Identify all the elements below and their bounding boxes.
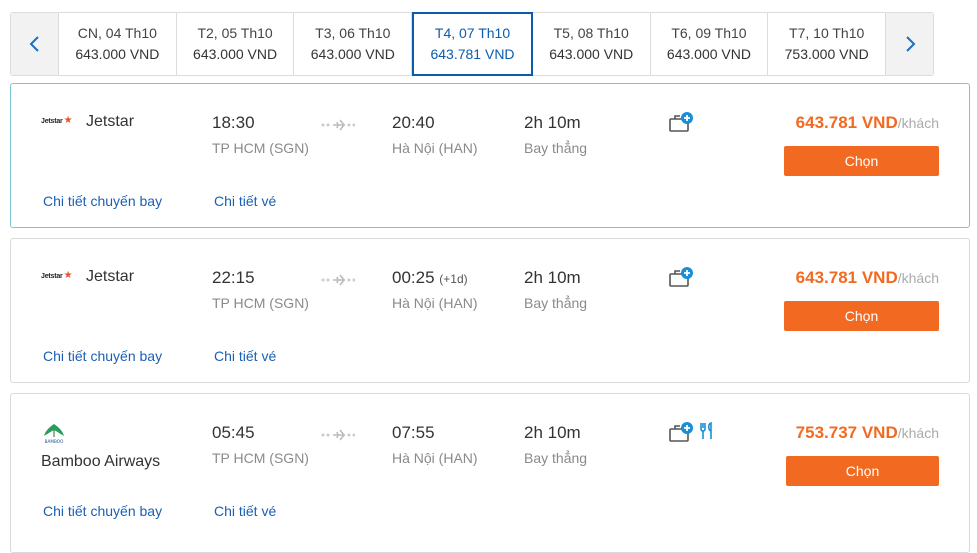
ticket-details-link[interactable]: Chi tiết vé xyxy=(214,348,276,364)
flight-type: Bay thẳng xyxy=(524,140,588,156)
departure-time: 22:15 xyxy=(212,268,255,287)
airline-name: Jetstar xyxy=(86,268,135,285)
date-price: 643.000 VND xyxy=(549,46,634,62)
date-list: CN, 04 Th10 643.000 VND T2, 05 Th10 643.… xyxy=(59,12,885,76)
flight-duration: 2h 10m xyxy=(524,423,581,442)
date-label: T4, 07 Th10 xyxy=(434,25,511,41)
price-value: 643.781 VND xyxy=(795,113,898,132)
flight-details-link[interactable]: Chi tiết chuyến bay xyxy=(43,503,162,519)
departure-airport: TP HCM (SGN) xyxy=(212,295,309,311)
date-cell-08[interactable]: T5, 08 Th10 643.000 VND xyxy=(533,13,651,75)
flight-card[interactable]: BAMBOO Bamboo Airways 05:45 TP HCM (SGN)… xyxy=(10,393,970,553)
arrival-time: 20:40 xyxy=(392,113,435,132)
price-value: 753.737 VND xyxy=(795,423,898,442)
price-unit: /khách xyxy=(897,270,939,286)
ticket-details-link[interactable]: Chi tiết vé xyxy=(214,193,276,209)
logo-text: Jetstar xyxy=(41,272,63,280)
next-dates-button[interactable] xyxy=(885,13,933,75)
date-price: 643.000 VND xyxy=(75,46,160,62)
flight-duration: 2h 10m xyxy=(524,113,581,132)
price-value: 643.781 VND xyxy=(795,268,898,287)
price-unit: /khách xyxy=(897,425,939,441)
date-strip: CN, 04 Th10 643.000 VND T2, 05 Th10 643.… xyxy=(10,12,934,76)
logo-text: Jetstar xyxy=(41,117,63,125)
jetstar-logo: Jetstar ★ xyxy=(41,271,73,281)
plane-route-icon xyxy=(321,119,355,131)
star-icon: ★ xyxy=(63,115,73,126)
date-price: 643.781 VND xyxy=(430,46,515,62)
price: 643.781 VND/khách xyxy=(796,268,939,288)
flight-details-link[interactable]: Chi tiết chuyến bay xyxy=(43,348,162,364)
choose-button[interactable]: Chọn xyxy=(786,456,939,486)
ticket-details-link[interactable]: Chi tiết vé xyxy=(214,503,276,519)
date-label: CN, 04 Th10 xyxy=(77,25,157,41)
choose-button[interactable]: Chọn xyxy=(784,301,939,331)
plane-route-icon xyxy=(321,274,355,286)
flight-type: Bay thẳng xyxy=(524,295,588,311)
date-price: 643.000 VND xyxy=(193,46,278,62)
prev-dates-button[interactable] xyxy=(11,13,59,75)
plane-route-icon xyxy=(321,429,355,441)
arrival-airport: Hà Nội (HAN) xyxy=(392,295,478,311)
date-label: T2, 05 Th10 xyxy=(197,25,273,41)
flight-card[interactable]: Jetstar ★ Jetstar 18:30 TP HCM (SGN) 20:… xyxy=(10,83,970,228)
next-day-badge: (+1d) xyxy=(439,272,468,286)
airline-name: Bamboo Airways xyxy=(41,453,161,470)
jetstar-logo: Jetstar ★ xyxy=(41,116,73,126)
chevron-left-icon xyxy=(29,36,39,52)
arrival-time-value: 00:25 xyxy=(392,268,435,287)
baggage-add-icon xyxy=(669,422,693,442)
flight-card[interactable]: Jetstar ★ Jetstar 22:15 TP HCM (SGN) 00:… xyxy=(10,238,970,383)
arrival-airport: Hà Nội (HAN) xyxy=(392,140,478,156)
arrival-time: 00:25 (+1d) xyxy=(392,268,468,288)
arrival-time: 07:55 xyxy=(392,423,435,442)
departure-airport: TP HCM (SGN) xyxy=(212,140,309,156)
date-label: T3, 06 Th10 xyxy=(315,25,391,41)
meal-icon xyxy=(700,421,712,439)
departure-airport: TP HCM (SGN) xyxy=(212,450,309,466)
date-price: 643.000 VND xyxy=(666,46,751,62)
date-cell-10[interactable]: T7, 10 Th10 753.000 VND xyxy=(768,13,885,75)
departure-time: 05:45 xyxy=(212,423,255,442)
arrival-airport: Hà Nội (HAN) xyxy=(392,450,478,466)
logo-text: BAMBOO xyxy=(45,439,64,444)
flight-details-link[interactable]: Chi tiết chuyến bay xyxy=(43,193,162,209)
flight-duration: 2h 10m xyxy=(524,268,581,287)
date-cell-04[interactable]: CN, 04 Th10 643.000 VND xyxy=(59,13,177,75)
date-cell-05[interactable]: T2, 05 Th10 643.000 VND xyxy=(177,13,295,75)
baggage-add-icon xyxy=(669,267,693,287)
bamboo-airways-logo: BAMBOO xyxy=(44,424,64,444)
date-label: T7, 10 Th10 xyxy=(789,25,865,41)
date-cell-06[interactable]: T3, 06 Th10 643.000 VND xyxy=(294,13,413,75)
date-cell-07-selected[interactable]: T4, 07 Th10 643.781 VND xyxy=(412,12,533,76)
baggage-add-icon xyxy=(669,112,693,132)
price: 643.781 VND/khách xyxy=(796,113,939,133)
date-price: 753.000 VND xyxy=(784,46,869,62)
departure-time: 18:30 xyxy=(212,113,255,132)
date-cell-09[interactable]: T6, 09 Th10 643.000 VND xyxy=(651,13,769,75)
price: 753.737 VND/khách xyxy=(796,423,939,443)
chevron-right-icon xyxy=(905,36,915,52)
airline-name: Jetstar xyxy=(86,113,135,130)
date-price: 643.000 VND xyxy=(310,46,395,62)
price-unit: /khách xyxy=(897,115,939,131)
star-icon: ★ xyxy=(63,270,73,281)
flight-type: Bay thẳng xyxy=(524,450,588,466)
date-label: T6, 09 Th10 xyxy=(671,25,747,41)
choose-button[interactable]: Chọn xyxy=(784,146,939,176)
date-label: T5, 08 Th10 xyxy=(553,25,629,41)
